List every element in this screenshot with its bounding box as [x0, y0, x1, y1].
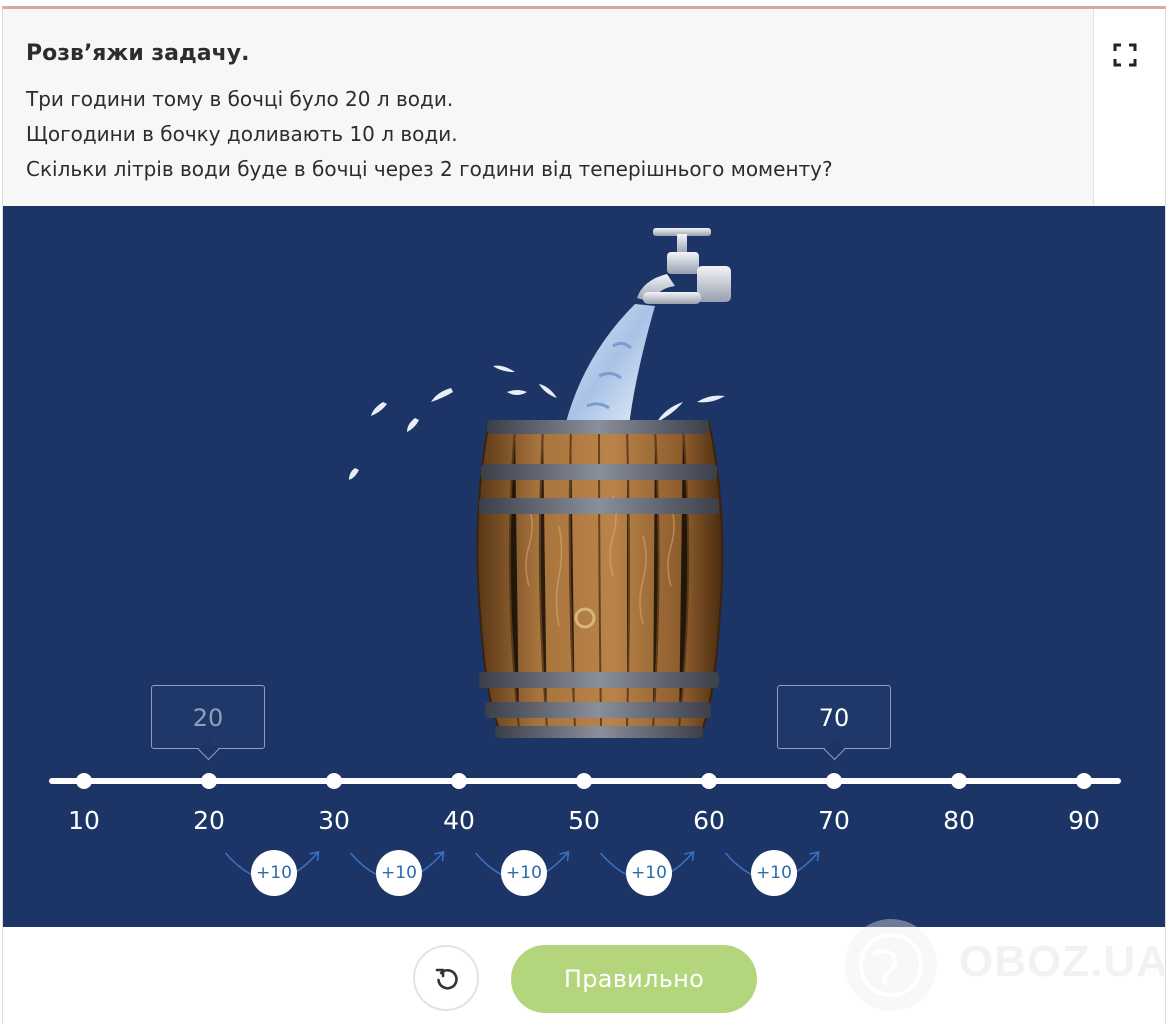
- step-badge-3: +10: [501, 850, 547, 896]
- reset-icon: [435, 968, 458, 990]
- tick-label-20: 20: [193, 806, 225, 835]
- interactive-stage: 20 70 10 20 30 40 50 60 70 80 90 +10 +10…: [3, 206, 1165, 927]
- step-badge-2: +10: [376, 850, 422, 896]
- tick-dot-90[interactable]: [1076, 773, 1092, 789]
- tick-dot-30[interactable]: [326, 773, 342, 789]
- tick-label-90: 90: [1068, 806, 1100, 835]
- task-panel: Розв’яжи задачу. Три години тому в бочці…: [3, 9, 1094, 206]
- answer-callout-end: 70: [777, 685, 891, 761]
- task-line-2: Щогодини в бочку доливають 10 л води.: [26, 122, 458, 146]
- watermark-text: OBOZ.UA: [959, 937, 1169, 986]
- step-badge-1: +10: [251, 850, 297, 896]
- tick-dot-50[interactable]: [576, 773, 592, 789]
- watermark: OBOZ.UA: [841, 915, 1168, 1015]
- answer-callout-start: 20: [151, 685, 265, 761]
- task-title: Розв’яжи задачу.: [26, 41, 250, 66]
- tick-label-50: 50: [568, 806, 600, 835]
- tick-dot-40[interactable]: [451, 773, 467, 789]
- tick-label-10: 10: [68, 806, 100, 835]
- exercise-card: Розв’яжи задачу. Три години тому в бочці…: [2, 6, 1168, 1024]
- tick-label-30: 30: [318, 806, 350, 835]
- step-badge-4: +10: [626, 850, 672, 896]
- reset-button[interactable]: [413, 945, 479, 1011]
- tick-label-80: 80: [943, 806, 975, 835]
- tick-dot-70[interactable]: [826, 773, 842, 789]
- task-line-3: Скільки літрів води буде в бочці через 2…: [26, 157, 833, 181]
- tap-icon: [637, 228, 731, 304]
- tick-label-60: 60: [693, 806, 725, 835]
- globe-icon: [845, 919, 937, 1011]
- task-line-1: Три години тому в бочці було 20 л води.: [26, 87, 454, 111]
- step-badge-5: +10: [751, 850, 797, 896]
- check-answer-button[interactable]: Правильно: [511, 945, 757, 1013]
- tick-dot-80[interactable]: [951, 773, 967, 789]
- tick-label-70: 70: [818, 806, 850, 835]
- fullscreen-icon[interactable]: [1113, 43, 1137, 67]
- tick-dot-60[interactable]: [701, 773, 717, 789]
- tick-label-40: 40: [443, 806, 475, 835]
- tick-dot-10[interactable]: [76, 773, 92, 789]
- tick-dot-20[interactable]: [201, 773, 217, 789]
